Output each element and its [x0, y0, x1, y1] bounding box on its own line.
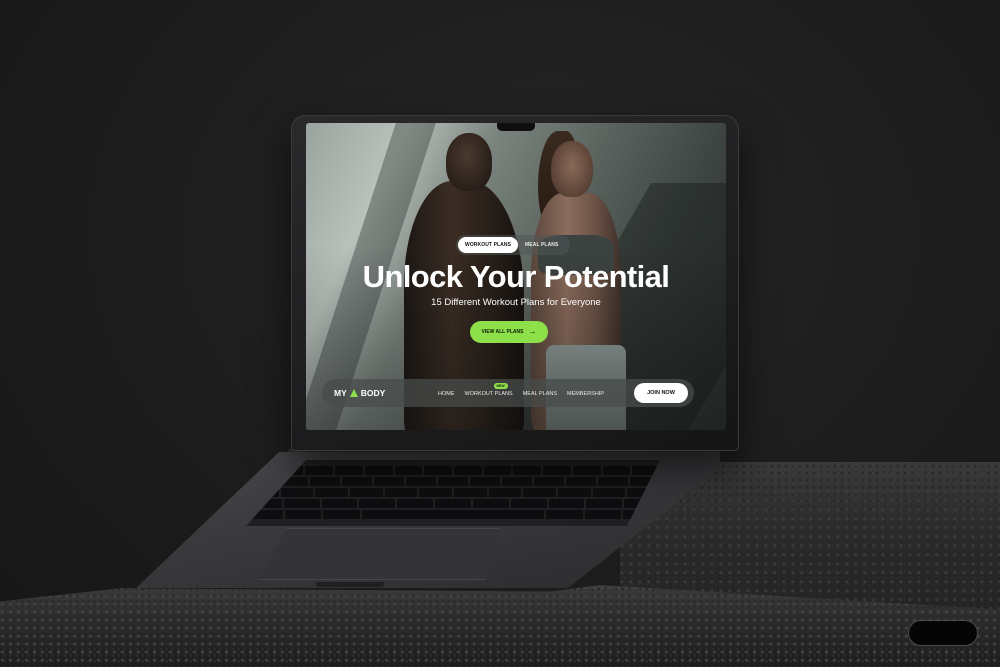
- key: [374, 477, 404, 486]
- cta-label: VIEW ALL PLANS: [481, 329, 524, 335]
- key: [310, 477, 340, 486]
- nav-links: HOME WORKOUT PLANS NEW MEAL PLANS MEMBER…: [438, 383, 604, 397]
- key: [483, 466, 512, 475]
- key: [548, 499, 585, 508]
- key-row: [246, 510, 660, 519]
- key-row: [246, 488, 660, 497]
- trackpad: [258, 528, 500, 580]
- laptop-front-lip: [316, 582, 384, 587]
- key: [305, 466, 334, 475]
- key: [384, 488, 418, 497]
- key: [321, 499, 358, 508]
- key: [510, 499, 547, 508]
- key: [424, 466, 453, 475]
- key: [454, 488, 487, 497]
- key: [546, 510, 583, 519]
- key: [592, 488, 626, 497]
- brand-logo[interactable]: MY BODY: [334, 388, 385, 398]
- key: [584, 510, 622, 519]
- camera-notch: [497, 123, 535, 131]
- new-badge: NEW: [493, 383, 508, 389]
- plan-tabs: WORKOUT PLANS MEAL PLANS: [456, 235, 570, 255]
- key: [342, 477, 372, 486]
- scene: WORKOUT PLANS MEAL PLANS Unlock Your Pot…: [0, 0, 1000, 667]
- key: [566, 477, 596, 486]
- key: [488, 488, 522, 497]
- key: [323, 510, 360, 519]
- key: [472, 499, 509, 508]
- key: [394, 466, 423, 475]
- key: [283, 499, 320, 508]
- nav-bar: MY BODY HOME WORKOUT PLANS NEW MEAL PLAN…: [322, 379, 694, 407]
- nav-link-workout-plans[interactable]: WORKOUT PLANS NEW: [464, 383, 513, 397]
- key: [350, 488, 383, 497]
- key-row: [246, 499, 660, 508]
- logo-text-left: MY: [334, 388, 347, 398]
- key: [406, 477, 436, 486]
- key: [315, 488, 349, 497]
- key: [534, 477, 564, 486]
- key: [602, 466, 631, 475]
- nav-link-home[interactable]: HOME: [438, 391, 455, 397]
- join-now-button[interactable]: JOIN NOW: [634, 383, 688, 403]
- key: [572, 466, 601, 475]
- hero-title: Unlock Your Potential: [362, 259, 670, 294]
- hero-subtitle: 15 Different Workout Plans for Everyone: [431, 297, 601, 308]
- arrow-right-icon: →: [528, 327, 537, 336]
- tab-workout-plans[interactable]: WORKOUT PLANS: [458, 237, 519, 253]
- tab-meal-plans[interactable]: MEAL PLANS: [518, 237, 565, 253]
- logo-text-right: BODY: [360, 388, 386, 398]
- key: [454, 466, 482, 475]
- view-all-plans-button[interactable]: VIEW ALL PLANS →: [470, 321, 548, 343]
- key-row: [246, 466, 660, 475]
- laptop-screen: WORKOUT PLANS MEAL PLANS Unlock Your Pot…: [306, 123, 726, 430]
- keyboard: [246, 460, 660, 526]
- key: [438, 477, 468, 486]
- key: [513, 466, 542, 475]
- key: [280, 488, 314, 497]
- pill-shape: [908, 620, 978, 646]
- nav-link-meal-plans[interactable]: MEAL PLANS: [523, 391, 557, 397]
- nav-link-label: WORKOUT PLANS: [464, 391, 513, 397]
- triangle-logo-icon: [349, 389, 358, 397]
- key: [364, 466, 393, 475]
- key: [335, 466, 363, 475]
- key: [543, 466, 571, 475]
- key: [598, 477, 628, 486]
- key: [586, 499, 623, 508]
- key: [523, 488, 557, 497]
- key: [397, 499, 434, 508]
- key: [470, 477, 500, 486]
- key: [502, 477, 532, 486]
- key-row: [246, 477, 660, 486]
- key: [419, 488, 453, 497]
- key: [558, 488, 591, 497]
- key: [284, 510, 322, 519]
- spacebar: [361, 510, 545, 519]
- key: [359, 499, 396, 508]
- key: [435, 499, 471, 508]
- nav-link-membership[interactable]: MEMBERSHIP: [567, 391, 604, 397]
